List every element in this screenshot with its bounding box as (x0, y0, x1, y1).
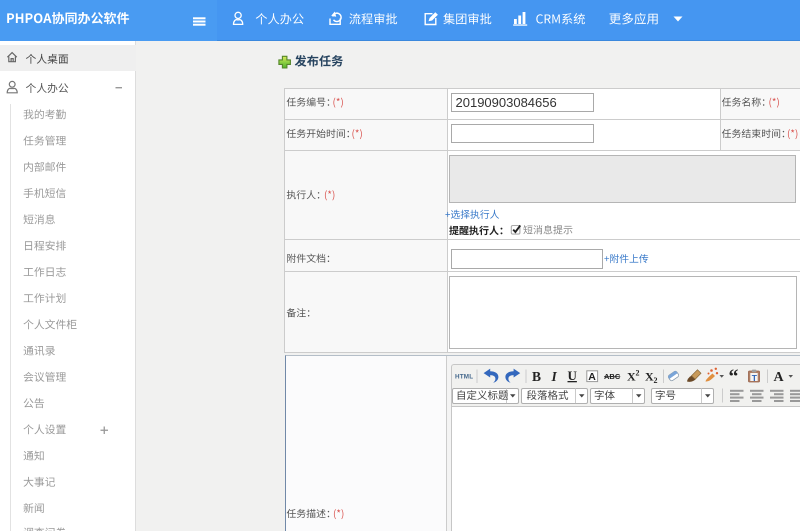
svg-text:ABC: ABC (604, 372, 621, 381)
svg-text:“: “ (729, 366, 739, 388)
svg-text:2: 2 (636, 369, 640, 378)
svg-text:T: T (752, 373, 758, 383)
svg-text:HTML: HTML (455, 374, 473, 381)
svg-text:B: B (532, 369, 541, 384)
svg-text:I: I (551, 369, 558, 384)
svg-text:A: A (588, 371, 596, 383)
svg-text:2: 2 (654, 376, 658, 385)
svg-text:U: U (568, 368, 578, 383)
svg-text:A: A (774, 370, 785, 385)
